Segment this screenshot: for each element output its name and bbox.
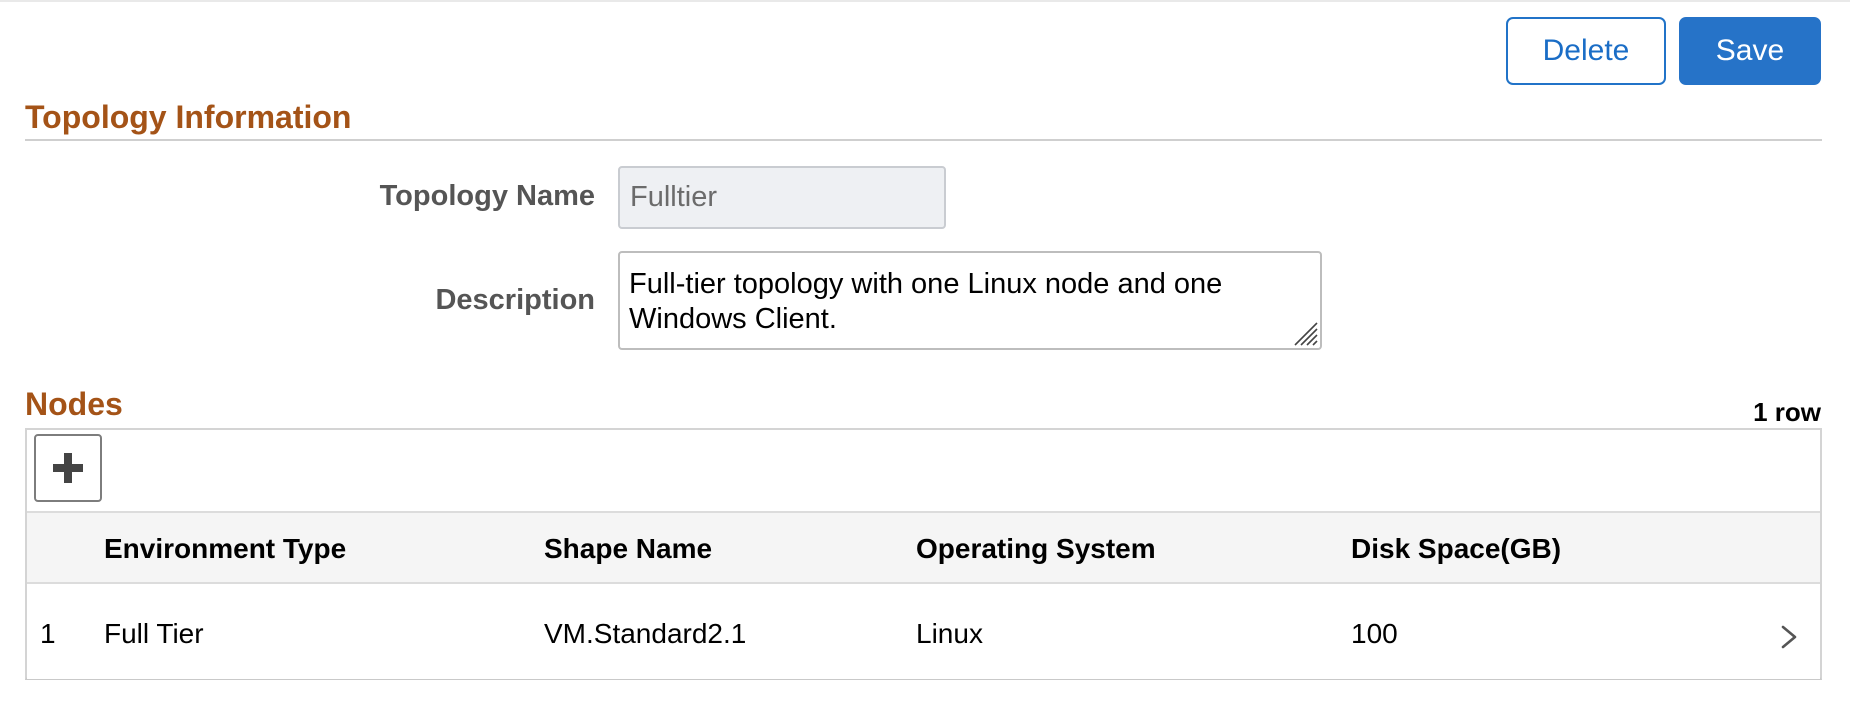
plus-icon: [53, 453, 83, 483]
cell-environment-type: Full Tier: [104, 618, 204, 649]
description-field[interactable]: Full-tier topology with one Linux node a…: [618, 251, 1322, 350]
nodes-grid: Environment Type Shape Name Operating Sy…: [25, 428, 1822, 680]
column-header-environment-type[interactable]: Environment Type: [104, 533, 346, 565]
grid-header: Environment Type Shape Name Operating Sy…: [27, 511, 1820, 584]
save-button[interactable]: Save: [1679, 17, 1821, 85]
table-row[interactable]: 1 Full Tier VM.Standard2.1 Linux 100: [27, 584, 1820, 679]
add-row-button[interactable]: [34, 434, 102, 502]
topology-page: Delete Save Topology Information Topolog…: [0, 0, 1850, 704]
row-count: 1 row: [1753, 397, 1821, 427]
cell-disk-space: 100: [1351, 618, 1398, 649]
column-header-disk-space[interactable]: Disk Space(GB): [1351, 533, 1561, 565]
topology-information-heading: Topology Information: [25, 99, 352, 135]
resize-grip-icon[interactable]: [1290, 318, 1318, 346]
chevron-right-icon[interactable]: [1780, 624, 1798, 650]
nodes-heading: Nodes: [25, 386, 123, 422]
column-header-operating-system[interactable]: Operating System: [916, 533, 1156, 565]
topology-name-field: Fulltier: [618, 166, 946, 229]
description-label: Description: [435, 284, 595, 316]
cell-shape-name: VM.Standard2.1: [544, 618, 747, 649]
description-text: Full-tier topology with one Linux node a…: [629, 268, 1223, 335]
top-divider: [0, 0, 1850, 2]
row-index: 1: [40, 618, 56, 649]
section-divider: [25, 139, 1822, 141]
grid-toolbar: [27, 430, 1820, 511]
column-header-shape-name[interactable]: Shape Name: [544, 533, 712, 565]
cell-operating-system: Linux: [916, 618, 983, 649]
topology-name-label: Topology Name: [379, 180, 595, 212]
delete-button[interactable]: Delete: [1506, 17, 1666, 85]
